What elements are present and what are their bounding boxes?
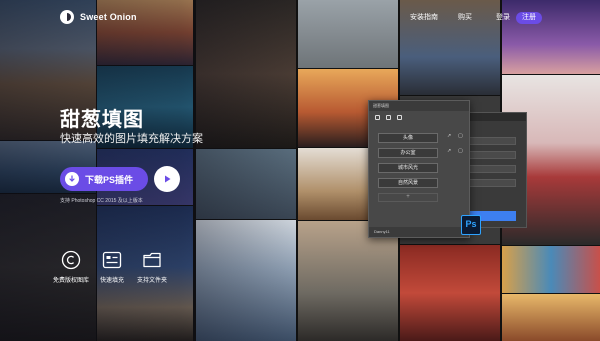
fill-panel-icon — [102, 250, 122, 270]
panel-category-avatar[interactable]: 头像 — [378, 133, 438, 143]
refresh-tool-icon[interactable] — [397, 114, 402, 120]
brand-logo[interactable]: Sweet Onion — [60, 10, 137, 24]
feature-label: 支持文件夹 — [136, 278, 167, 284]
panel-user: Danny11 — [374, 229, 390, 234]
brand-name: Sweet Onion — [80, 12, 137, 22]
nav-install-guide[interactable]: 安装指南 — [410, 12, 438, 24]
nav-register-button[interactable]: 注册 — [516, 12, 542, 24]
hero-title: 甜葱填图 — [60, 109, 144, 131]
folder-tool-icon[interactable] — [386, 114, 391, 120]
panel-add-button[interactable]: + — [378, 193, 438, 202]
panel-title: 甜葱填图 — [373, 103, 389, 108]
onion-logo-icon — [60, 10, 74, 24]
plugin-panel: 甜葱填图 头像 ↗ ▢ 办公室 ↗ ▢ 城市风光 自然风景 + Danny11 — [368, 100, 470, 238]
photoshop-logo-icon: Ps — [461, 215, 481, 235]
nav-login[interactable]: 登录 — [496, 12, 510, 24]
download-icon — [65, 172, 79, 186]
play-icon — [165, 175, 171, 183]
delete-icon[interactable]: ▢ — [458, 133, 463, 139]
feature-free-library: 免费版权图库 — [49, 250, 93, 284]
panel-header: 甜葱填图 — [369, 101, 469, 111]
photo-purple-sky — [502, 0, 600, 74]
feature-label: 快速填充 — [99, 278, 124, 284]
feature-label: 免费版权图库 — [52, 278, 89, 284]
photo-colorful-street — [502, 246, 600, 293]
panel-footer: Danny11 — [369, 227, 469, 237]
panel-category-city[interactable]: 城市风光 — [378, 163, 438, 173]
edit-icon[interactable]: ↗ — [447, 148, 451, 154]
feature-quick-fill: 快速填充 — [90, 250, 134, 284]
delete-icon[interactable]: ▢ — [458, 148, 463, 154]
download-label: 下载PS插件 — [85, 174, 134, 185]
copyright-icon — [61, 250, 81, 270]
nav-buy[interactable]: 购买 — [458, 12, 472, 24]
folder-icon — [142, 250, 162, 270]
hero-overlay — [0, 0, 300, 341]
feature-folder-support: 支持文件夹 — [130, 250, 174, 284]
download-plugin-button[interactable]: 下载PS插件 — [60, 167, 148, 191]
image-tool-icon[interactable] — [375, 114, 380, 120]
panel-category-office[interactable]: 办公室 — [378, 148, 438, 158]
photo-food-plate — [400, 245, 500, 341]
edit-icon[interactable]: ↗ — [447, 133, 451, 139]
photo-street-building — [298, 0, 398, 68]
panel-category-nature[interactable]: 自然风景 — [378, 178, 438, 188]
support-version-text: 支持 Photoshop CC 2015 及以上版本 — [60, 198, 143, 204]
panel-toolbar — [369, 111, 469, 123]
photo-lake-figure — [298, 221, 398, 341]
play-video-button[interactable] — [154, 166, 180, 192]
hero-subtitle: 快速高效的图片填充解决方案 — [60, 133, 203, 145]
photo-crowd — [502, 294, 600, 341]
